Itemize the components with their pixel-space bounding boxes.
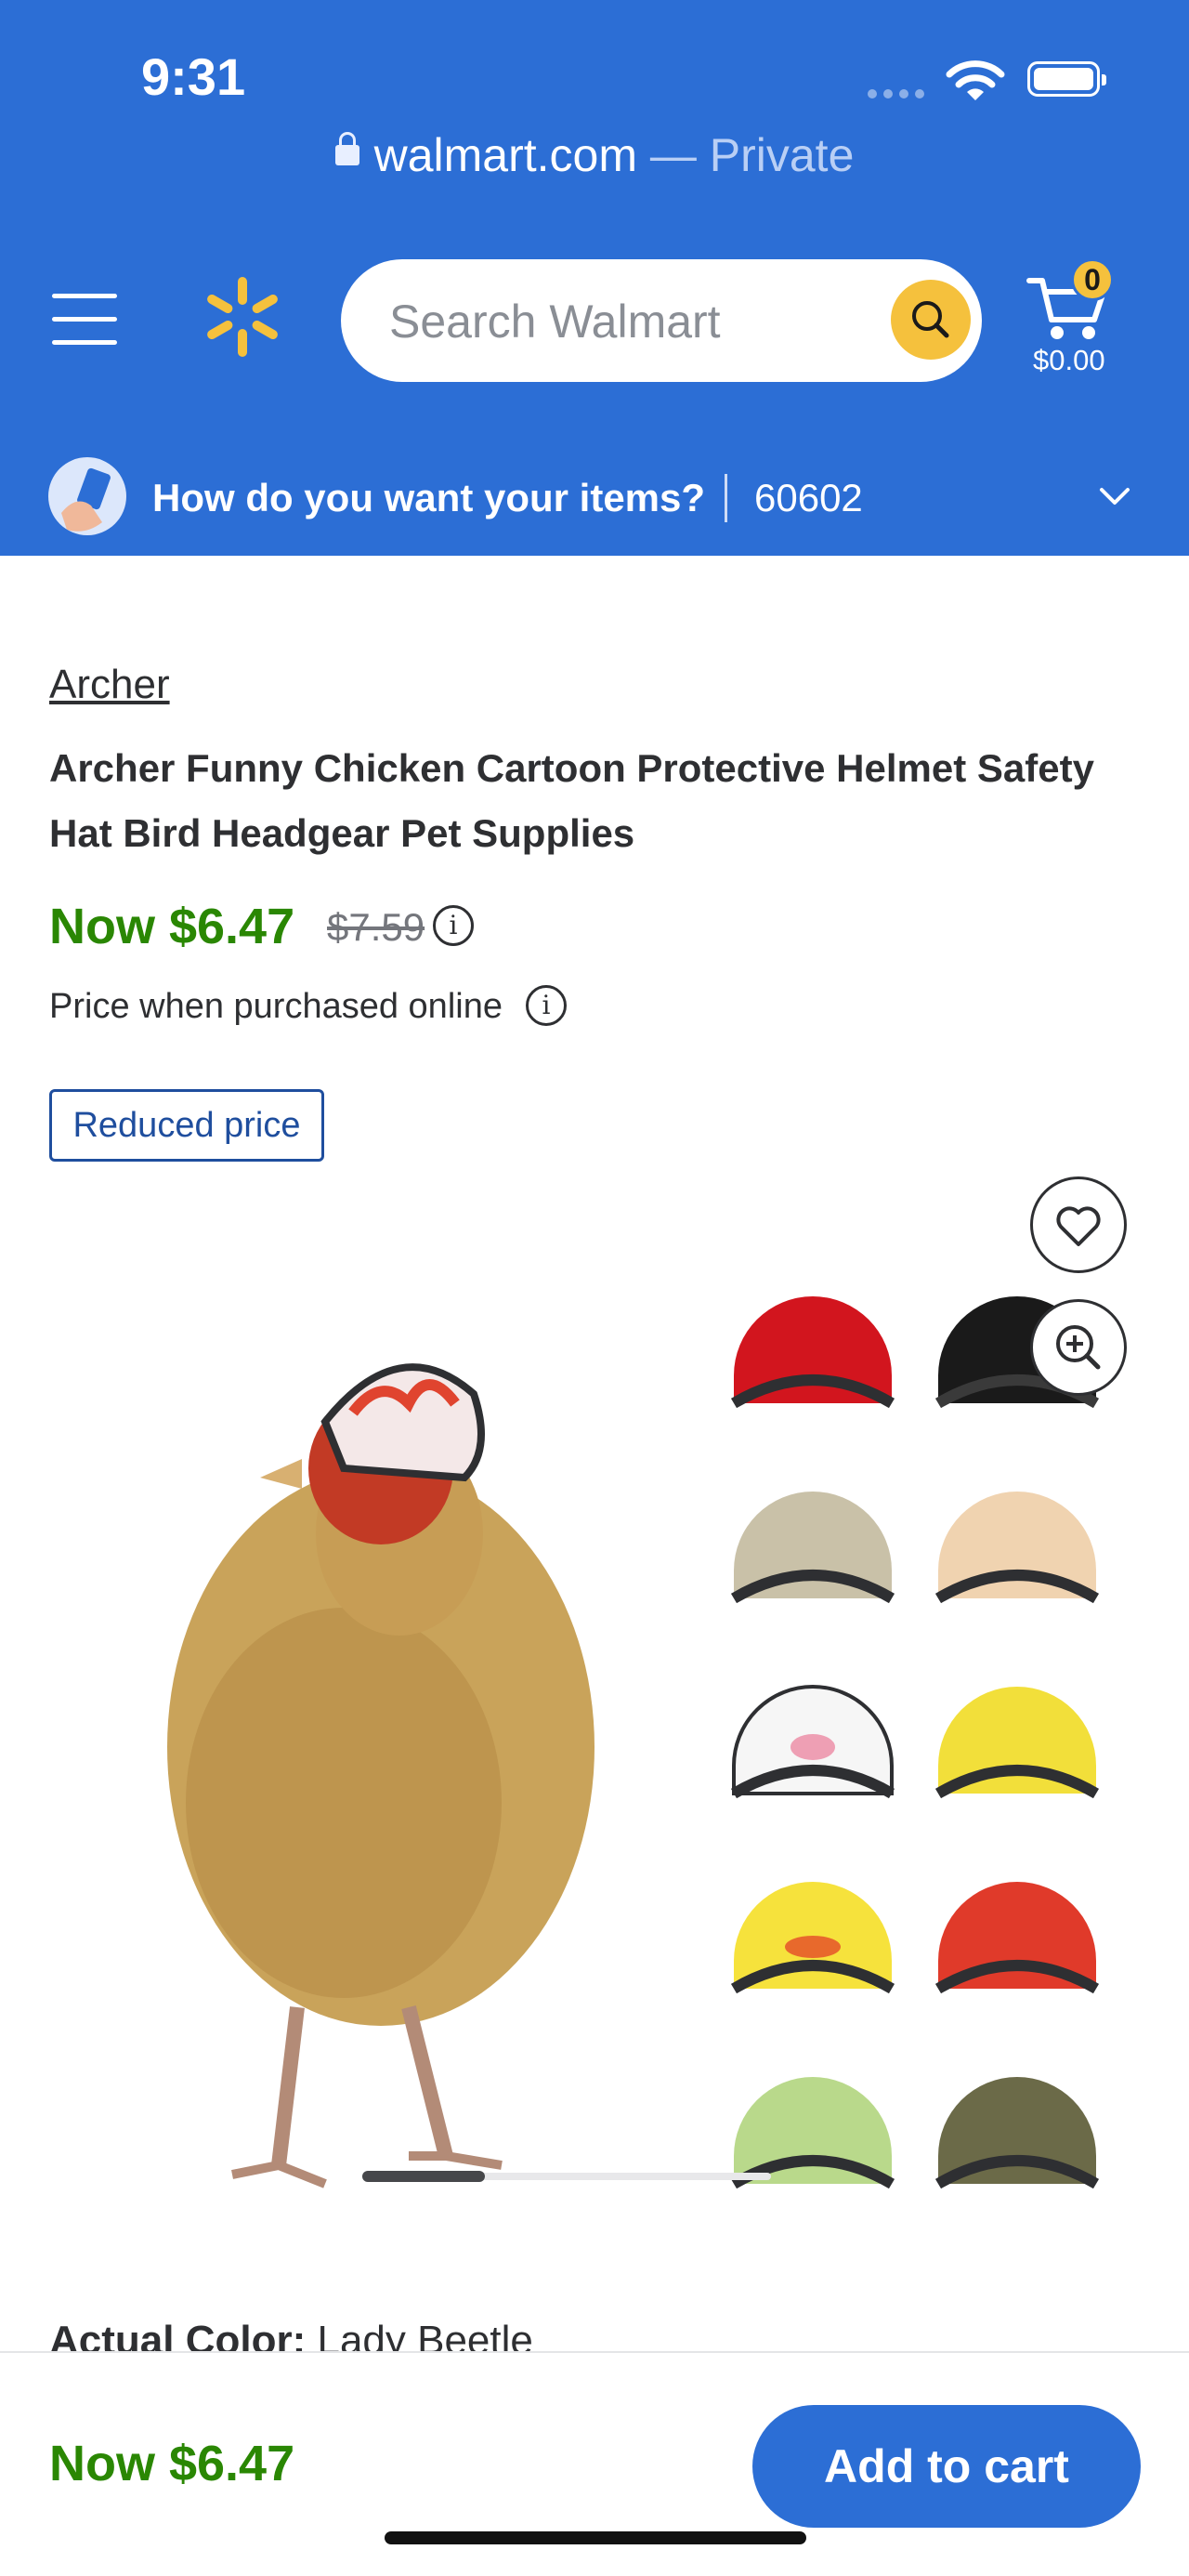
original-price: $7.59 xyxy=(327,905,425,949)
delivery-selector[interactable]: How do you want your items? 60602 xyxy=(0,450,1189,556)
brand-link[interactable]: Archer xyxy=(49,662,170,708)
home-indicator[interactable] xyxy=(385,2531,806,2544)
zoom-in-icon xyxy=(1056,1325,1101,1370)
private-mode-label: — Private xyxy=(649,129,855,181)
battery-icon xyxy=(1027,61,1106,97)
current-price: Now $6.47 xyxy=(49,899,295,954)
divider xyxy=(725,474,727,522)
status-time: 9:31 xyxy=(141,47,246,106)
address-bar[interactable]: walmart.com — Private xyxy=(0,128,1189,182)
menu-button[interactable] xyxy=(52,294,117,346)
zoom-button[interactable] xyxy=(1030,1299,1127,1396)
reduced-price-badge: Reduced price xyxy=(49,1089,324,1162)
online-price-info-icon[interactable]: i xyxy=(526,985,567,1026)
cart-total: $0.00 xyxy=(1033,344,1105,376)
site-header: 9:31 walmart.com — Private Search Walmar… xyxy=(0,0,1189,556)
chevron-down-icon xyxy=(1100,488,1130,505)
search-bar[interactable]: Search Walmart xyxy=(341,259,982,382)
url-domain: walmart.com xyxy=(373,129,637,181)
heart-icon xyxy=(1056,1206,1101,1246)
favorite-button[interactable] xyxy=(1030,1176,1127,1273)
price-note: Price when purchased online xyxy=(49,987,503,1026)
product-title: Archer Funny Chicken Cartoon Protective … xyxy=(49,746,1094,855)
wifi-icon xyxy=(946,60,1005,100)
walmart-spark-logo[interactable] xyxy=(201,275,284,359)
delivery-zip: 60602 xyxy=(754,476,863,519)
cellular-signal-icon xyxy=(868,89,924,99)
delivery-prompt: How do you want your items? xyxy=(152,476,706,519)
search-icon xyxy=(912,301,949,338)
search-input[interactable]: Search Walmart xyxy=(389,295,721,348)
bottom-price: Now $6.47 xyxy=(49,2436,295,2491)
price-info-icon[interactable]: i xyxy=(433,905,474,946)
carousel-scroll-indicator[interactable] xyxy=(362,2171,485,2182)
search-button[interactable] xyxy=(891,280,971,360)
lock-icon xyxy=(334,131,359,165)
cart-count-badge: 0 xyxy=(1071,258,1114,301)
add-to-cart-button[interactable]: Add to cart xyxy=(752,2405,1141,2528)
phone-hand-icon xyxy=(48,457,126,535)
product-image[interactable] xyxy=(102,1227,1133,2249)
